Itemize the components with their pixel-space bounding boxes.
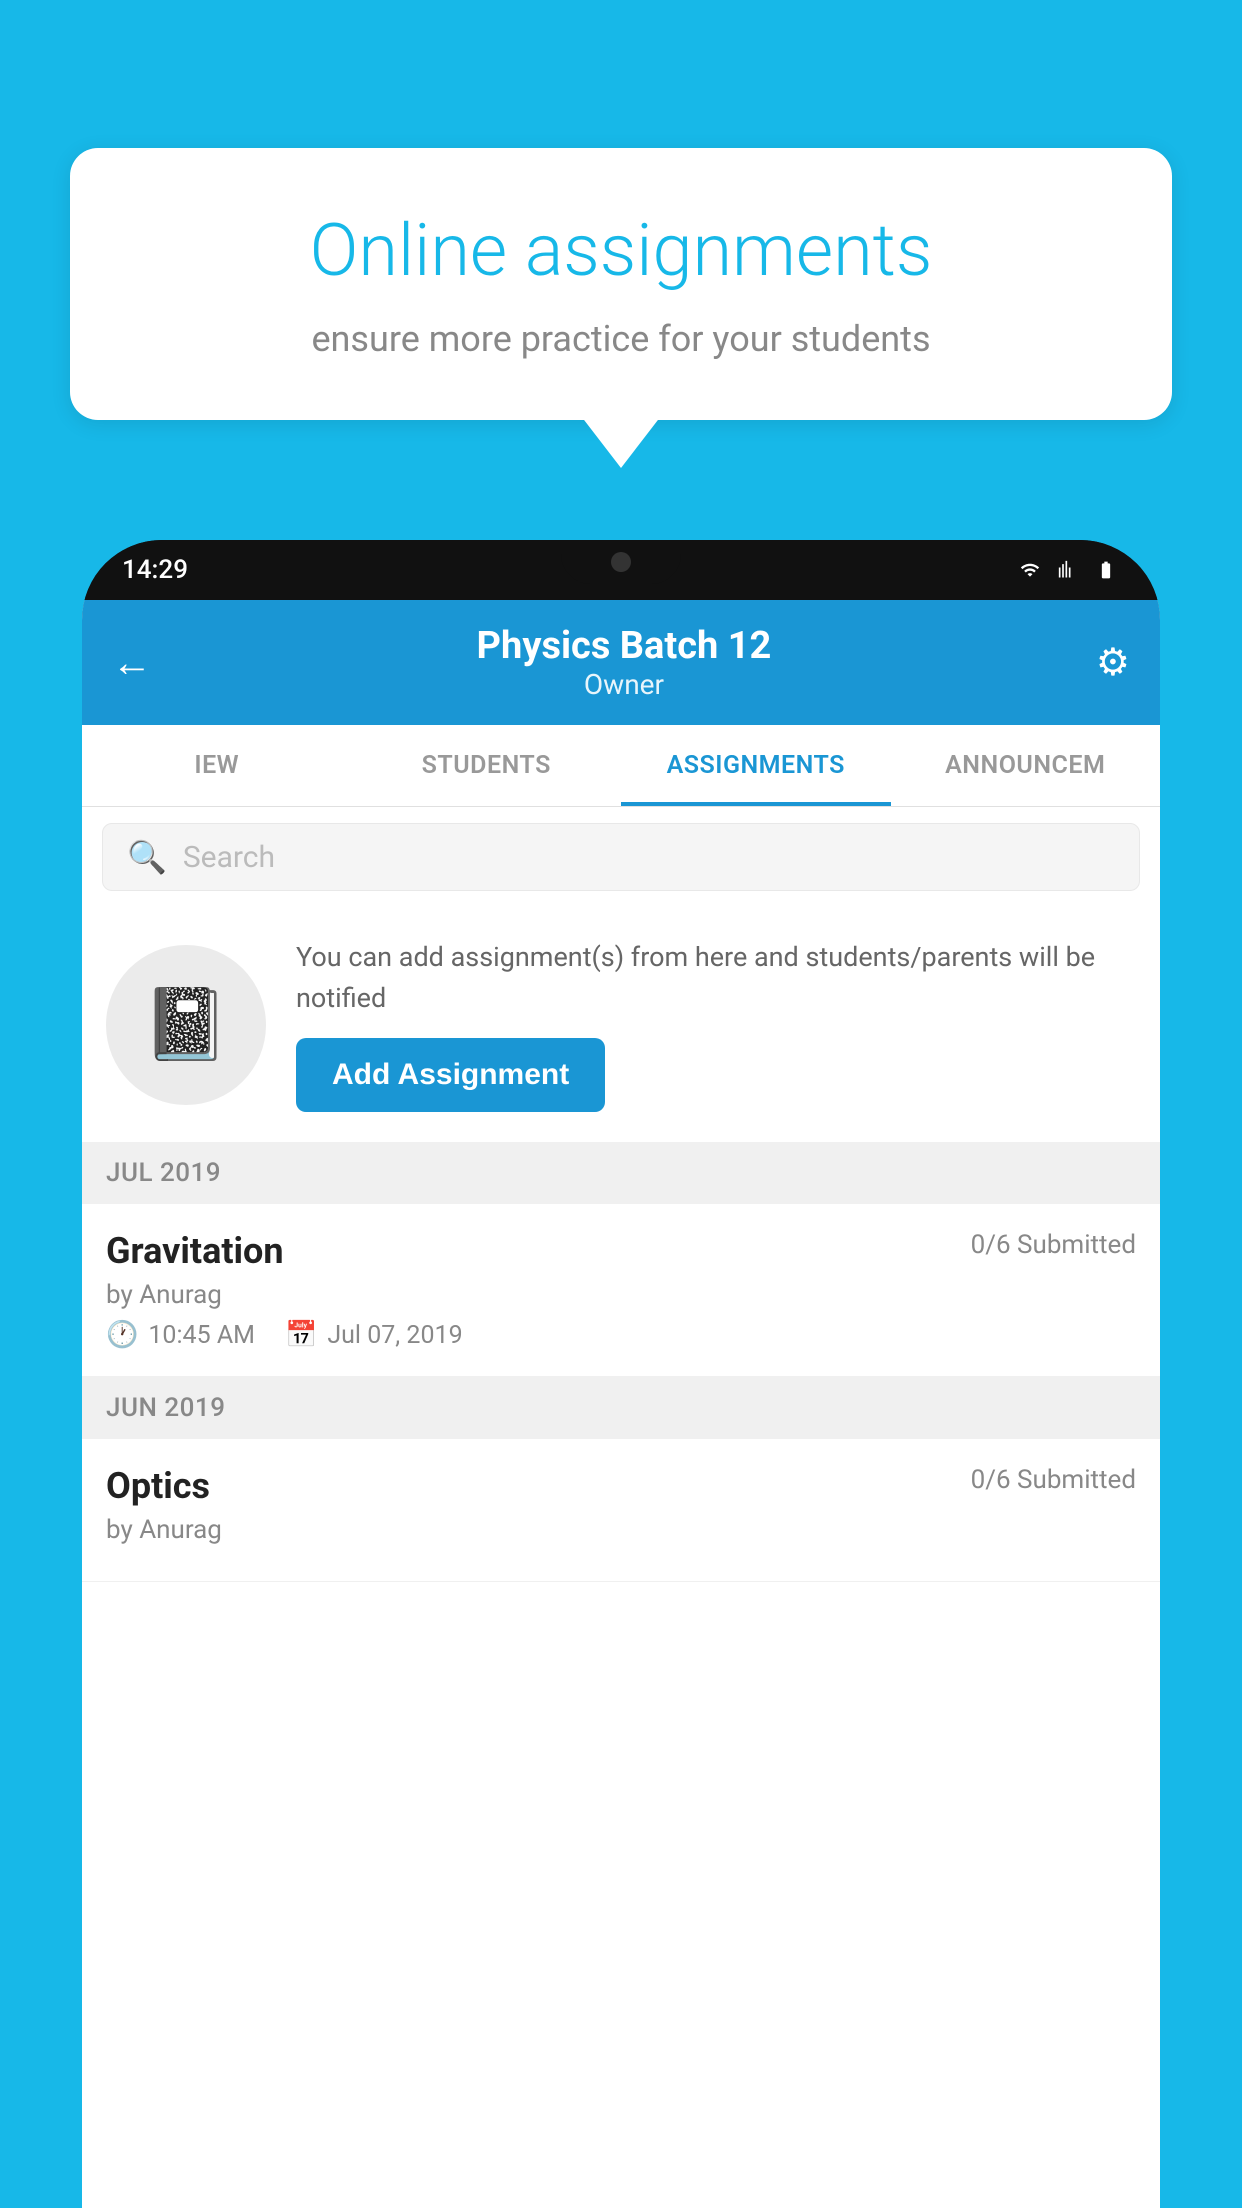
section-jul-2019: JUL 2019: [82, 1142, 1160, 1204]
assignment-time: 🕐 10:45 AM: [106, 1320, 255, 1350]
app-header: ← Physics Batch 12 Owner ⚙: [82, 600, 1160, 725]
back-button[interactable]: ←: [112, 639, 152, 686]
assignment-meta: 🕐 10:45 AM 📅 Jul 07, 2019: [106, 1320, 1136, 1350]
promo-icon-circle: 📓: [106, 945, 266, 1105]
signal-icon: [1054, 560, 1082, 580]
assignment-row-top-2: Optics 0/6 Submitted: [106, 1465, 1136, 1507]
assignment-optics[interactable]: Optics 0/6 Submitted by Anurag: [82, 1439, 1160, 1582]
status-bar: 14:29: [82, 540, 1160, 600]
phone-frame: 14:29 ← Physics Batch 12 Owner ⚙ IEW: [82, 540, 1160, 2208]
assignment-name-2: Optics: [106, 1465, 210, 1507]
add-assignment-button[interactable]: Add Assignment: [296, 1038, 605, 1112]
assignment-gravitation[interactable]: Gravitation 0/6 Submitted by Anurag 🕐 10…: [82, 1204, 1160, 1377]
tab-iew[interactable]: IEW: [82, 725, 352, 806]
camera: [611, 552, 631, 572]
promo-content: You can add assignment(s) from here and …: [296, 937, 1136, 1112]
tab-announcements[interactable]: ANNOUNCEM: [891, 725, 1161, 806]
promo-section: 📓 You can add assignment(s) from here an…: [82, 907, 1160, 1142]
assignment-submitted-2: 0/6 Submitted: [971, 1465, 1136, 1495]
search-container: 🔍 Search: [82, 807, 1160, 907]
calendar-icon: 📅: [285, 1320, 317, 1350]
assignment-submitted: 0/6 Submitted: [971, 1230, 1136, 1260]
assignment-author: by Anurag: [106, 1280, 1136, 1310]
tabs-container: IEW STUDENTS ASSIGNMENTS ANNOUNCEM: [82, 725, 1160, 807]
speech-bubble-container: Online assignments ensure more practice …: [70, 148, 1172, 420]
gear-icon[interactable]: ⚙: [1096, 640, 1130, 685]
header-subtitle: Owner: [477, 668, 772, 701]
battery-icon: [1092, 560, 1120, 580]
bubble-title: Online assignments: [140, 208, 1102, 294]
speech-bubble: Online assignments ensure more practice …: [70, 148, 1172, 420]
bubble-subtitle: ensure more practice for your students: [140, 318, 1102, 360]
assignment-date: 📅 Jul 07, 2019: [285, 1320, 463, 1350]
status-time: 14:29: [122, 555, 188, 585]
assignment-row-top: Gravitation 0/6 Submitted: [106, 1230, 1136, 1272]
promo-text: You can add assignment(s) from here and …: [296, 937, 1136, 1018]
status-icons: [1016, 560, 1120, 580]
clock-icon: 🕐: [106, 1320, 138, 1350]
tab-students[interactable]: STUDENTS: [352, 725, 622, 806]
header-center: Physics Batch 12 Owner: [477, 624, 772, 701]
section-jun-2019: JUN 2019: [82, 1377, 1160, 1439]
assignment-author-2: by Anurag: [106, 1515, 1136, 1545]
notebook-icon: 📓: [142, 984, 229, 1066]
phone-notch: [561, 540, 681, 584]
wifi-icon: [1016, 560, 1044, 580]
assignment-name: Gravitation: [106, 1230, 284, 1272]
search-icon: 🔍: [127, 838, 167, 876]
tab-assignments[interactable]: ASSIGNMENTS: [621, 725, 891, 806]
date-value: Jul 07, 2019: [327, 1321, 462, 1350]
search-placeholder: Search: [183, 840, 275, 875]
phone-screen: ← Physics Batch 12 Owner ⚙ IEW STUDENTS …: [82, 600, 1160, 2208]
search-bar[interactable]: 🔍 Search: [102, 823, 1140, 891]
header-title: Physics Batch 12: [477, 624, 772, 668]
time-value: 10:45 AM: [148, 1321, 255, 1350]
